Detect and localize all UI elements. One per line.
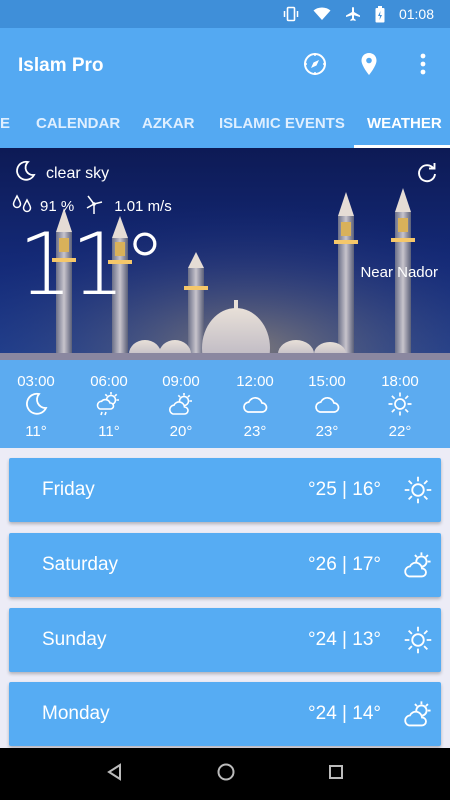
refresh-button[interactable] [416, 162, 438, 189]
daily-forecast: Friday °25 | 16° Saturday °26 | 17° Sund… [0, 448, 450, 748]
daily-card[interactable]: Saturday °26 | 17° [9, 533, 441, 597]
sun-icon [395, 625, 441, 655]
refresh-icon [416, 163, 438, 188]
home-icon [216, 763, 236, 786]
hourly-item: 09:00 20° [146, 360, 216, 440]
hourly-forecast: 03:00 11° 06:00 11° 09:00 20° 12:00 23° … [0, 360, 450, 448]
sun-icon [395, 475, 441, 505]
tab-bar: E CALENDAR AZKAR ISLAMIC EVENTS WEATHER [0, 104, 450, 148]
tab-weather[interactable]: WEATHER [354, 104, 450, 148]
partly-cloudy-icon [167, 392, 195, 421]
cloud-icon [241, 393, 269, 420]
recents-icon [328, 764, 344, 784]
home-button[interactable] [216, 762, 236, 787]
location-pin-icon [360, 52, 378, 81]
status-bar: 01:08 [0, 0, 450, 28]
hourly-item: 06:00 11° [74, 360, 144, 440]
wind-value: 1.01 m/s [114, 197, 172, 215]
hourly-item: 03:00 11° [1, 360, 71, 440]
tab-partial[interactable]: E [0, 104, 10, 148]
hour-time: 12:00 [236, 373, 274, 390]
hour-temp: 20° [169, 423, 193, 440]
status-time: 01:08 [398, 6, 434, 22]
hour-temp: 23° [315, 423, 339, 440]
location-button[interactable] [342, 52, 396, 81]
humidity-value: 91 % [40, 197, 75, 215]
vibrate-icon [283, 6, 299, 22]
hour-time: 06:00 [90, 373, 128, 390]
day-name: Saturday [42, 554, 119, 575]
hour-time: 18:00 [381, 373, 419, 390]
overflow-menu-button[interactable] [396, 53, 450, 80]
tab-islamic-events[interactable]: ISLAMIC EVENTS [219, 104, 345, 148]
moon-icon [14, 160, 36, 187]
hour-time: 03:00 [17, 373, 55, 390]
recents-button[interactable] [328, 764, 344, 785]
hourly-item: 12:00 23° [220, 360, 290, 440]
tab-calendar[interactable]: CALENDAR [36, 104, 120, 148]
battery-icon [375, 5, 385, 23]
sun-rain-icon [95, 391, 123, 422]
sun-icon [387, 391, 413, 422]
hour-time: 09:00 [162, 373, 200, 390]
app-bar: Islam Pro [0, 28, 450, 104]
hour-temp: 23° [243, 423, 267, 440]
day-temp-range: °26 | 17° [308, 554, 381, 575]
day-name: Friday [42, 479, 95, 500]
back-icon [106, 762, 124, 785]
hour-temp: 22° [388, 423, 412, 440]
day-temp-range: °25 | 16° [308, 479, 381, 500]
condition-row: clear sky [14, 160, 109, 187]
daily-card[interactable]: Monday °24 | 14° [9, 682, 441, 746]
compass-button[interactable] [288, 52, 342, 81]
hour-temp: 11° [25, 423, 47, 440]
system-nav-bar [0, 748, 450, 800]
back-button[interactable] [106, 762, 124, 786]
hourly-item: 15:00 23° [292, 360, 362, 440]
day-name: Monday [42, 703, 110, 724]
day-name: Sunday [42, 629, 107, 650]
hourly-item: 18:00 22° [365, 360, 435, 440]
condition-text: clear sky [46, 164, 110, 182]
partly-cloudy-icon [395, 551, 441, 579]
wifi-icon [313, 7, 331, 21]
more-vert-icon [420, 53, 426, 80]
tab-azkar[interactable]: AZKAR [142, 104, 195, 148]
hour-temp: 11° [98, 423, 120, 440]
hour-time: 15:00 [308, 373, 346, 390]
partly-cloudy-icon [395, 700, 441, 728]
airplane-icon [345, 6, 361, 22]
cloud-icon [313, 393, 341, 420]
current-temperature: 11° [18, 215, 166, 315]
daily-card[interactable]: Sunday °24 | 13° [9, 608, 441, 672]
compass-icon [303, 52, 327, 81]
day-temp-range: °24 | 13° [308, 629, 381, 650]
current-weather-panel: clear sky 91 % 1.01 m/s 11° Near Nador [0, 148, 450, 360]
location-label: Near Nador [360, 264, 438, 281]
moon-icon [24, 392, 48, 421]
day-temp-range: °24 | 14° [308, 703, 381, 724]
app-title: Islam Pro [18, 55, 104, 76]
daily-card[interactable]: Friday °25 | 16° [9, 458, 441, 522]
